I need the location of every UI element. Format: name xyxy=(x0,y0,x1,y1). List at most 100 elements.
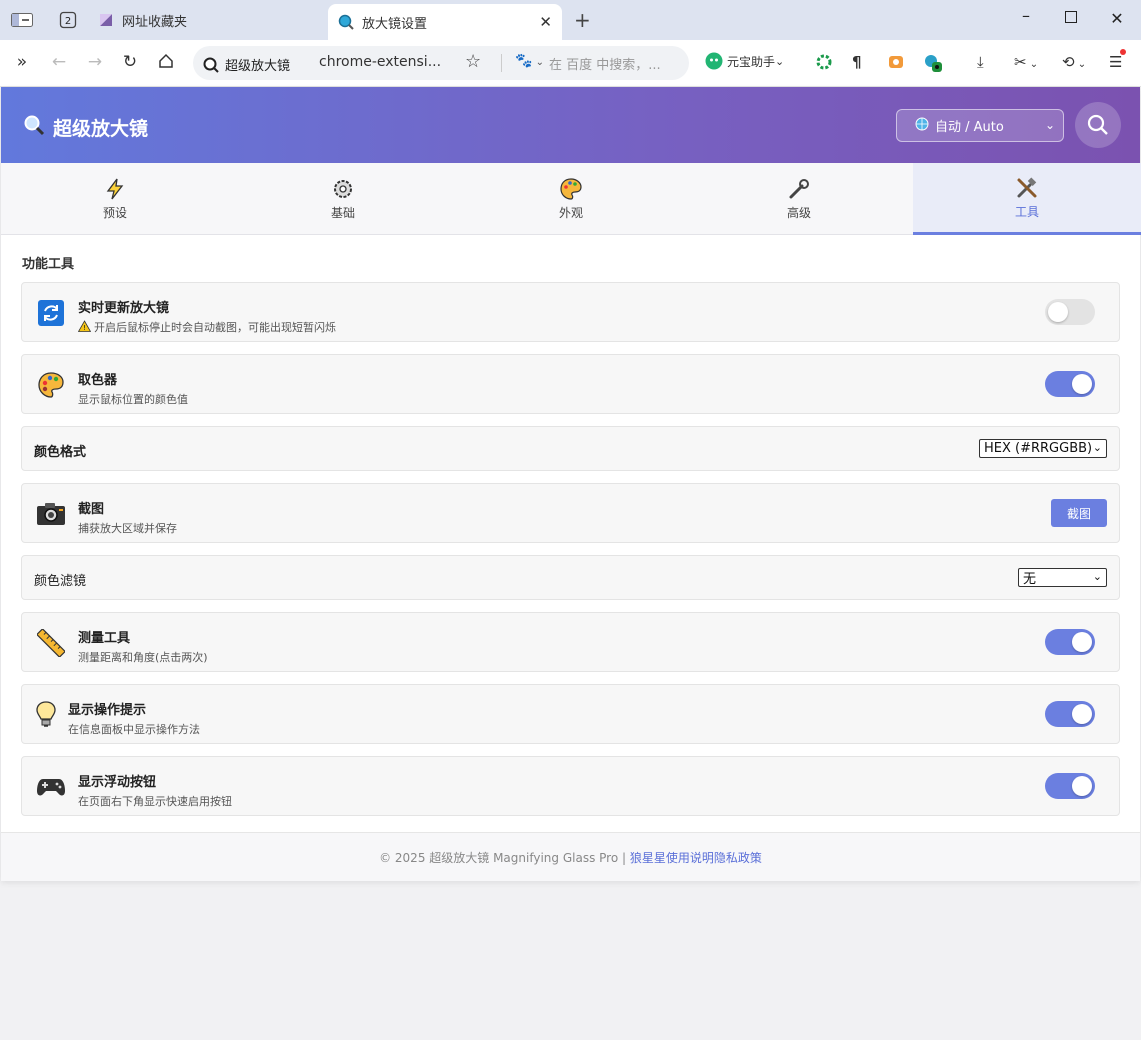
download-icon[interactable]: ⤓ xyxy=(977,53,984,71)
tab-label: 高级 xyxy=(786,206,811,220)
assistant-button[interactable]: 元宝助手 ⌄ xyxy=(705,52,784,70)
gear-icon xyxy=(332,177,354,201)
svg-text:!: ! xyxy=(83,324,86,332)
page-footer: © 2025 超级放大镜 Magnifying Glass Pro | 狼星星使… xyxy=(1,832,1140,881)
setting-label: 颜色滤镜 xyxy=(34,574,87,589)
scissors-icon[interactable]: ✂ ⌄ xyxy=(1014,53,1038,71)
setting-floating-button: 显示浮动按钮 在页面右下角显示快速启用按钮 xyxy=(21,756,1120,816)
floating-button-toggle[interactable] xyxy=(1045,773,1095,799)
setting-label: 测量工具 xyxy=(78,631,131,646)
setting-label: 实时更新放大镜 xyxy=(78,301,170,316)
search-engine-input[interactable]: 在 百度 中搜索，... xyxy=(549,54,661,73)
magnifier-icon xyxy=(23,114,45,141)
back-icon[interactable]: ← xyxy=(49,52,69,72)
setting-color-filter: 颜色滤镜 无 ⌄ xyxy=(21,555,1120,600)
bookmark-star-icon[interactable]: ☆ xyxy=(465,51,481,72)
palette-icon xyxy=(36,370,66,400)
minimize-icon[interactable]: – xyxy=(1016,6,1036,25)
new-tab-button[interactable]: + xyxy=(574,8,591,32)
setting-description-row: ! 开启后鼠标停止时会自动截图，可能出现短暂闪烁 xyxy=(77,319,336,335)
history-icon[interactable]: ⟲ ⌄ xyxy=(1062,53,1086,71)
tab-presets[interactable]: 预设 xyxy=(1,163,229,235)
pilcrow-extension-icon[interactable]: ¶ xyxy=(852,53,862,71)
chevron-down-icon: ⌄ xyxy=(1092,570,1102,583)
browser-tab-bar: 2 网址收藏夹 放大镜设置 ✕ + – ✕ xyxy=(0,0,1141,40)
settings-tabs: 预设 基础 外观 高级 工具 xyxy=(1,163,1141,235)
setting-description: 开启后鼠标停止时会自动截图，可能出现短暂闪烁 xyxy=(94,321,336,334)
reload-icon[interactable]: ↻ xyxy=(120,52,140,72)
lightning-icon xyxy=(105,177,125,201)
usage-guide-link[interactable]: 使用说明 xyxy=(666,849,714,866)
site-name: 超级放大镜 xyxy=(225,59,291,74)
chevron-down-icon: ⌄ xyxy=(1092,441,1102,454)
home-icon[interactable] xyxy=(156,53,176,74)
options-page: 超级放大镜 自动 / Auto ⌄ 预设 基础 外观 高级 工具 功能工具 实时… xyxy=(1,87,1141,881)
tab-count-icon[interactable]: 2 xyxy=(58,10,78,30)
privacy-policy-link[interactable]: 隐私政策 xyxy=(714,849,762,866)
magnifier-favicon-icon xyxy=(338,14,354,30)
language-select[interactable]: 自动 / Auto ⌄ xyxy=(896,109,1064,142)
setting-description: 测量距离和角度(点击两次) xyxy=(78,651,208,664)
search-button[interactable] xyxy=(1075,102,1121,148)
magnifier-site-icon xyxy=(203,57,219,73)
setting-label: 颜色格式 xyxy=(34,445,87,460)
chevron-down-icon: ⌄ xyxy=(1044,118,1055,132)
realtime-toggle[interactable] xyxy=(1045,299,1095,325)
setting-measure: 测量工具 测量距离和角度(点击两次) xyxy=(21,612,1120,672)
setting-description: 捕获放大区域并保存 xyxy=(78,522,177,535)
measure-toggle[interactable] xyxy=(1045,629,1095,655)
site-chip[interactable]: 超级放大镜 xyxy=(203,55,290,74)
palette-icon xyxy=(560,177,582,201)
close-tab-icon[interactable]: ✕ xyxy=(539,13,552,31)
url-text[interactable]: chrome-extensi... xyxy=(319,54,441,70)
address-bar[interactable]: 超级放大镜 chrome-extensi... ☆ 🐾 ⌄ 在 百度 中搜索，.… xyxy=(193,46,689,80)
tab-title: 网址收藏夹 xyxy=(122,14,188,30)
browser-tab-settings[interactable]: 放大镜设置 ✕ xyxy=(328,4,562,40)
tab-basic[interactable]: 基础 xyxy=(229,163,457,235)
extension-gear-icon[interactable] xyxy=(815,53,833,75)
setting-realtime: 实时更新放大镜 ! 开启后鼠标停止时会自动截图，可能出现短暂闪烁 xyxy=(21,282,1120,342)
baidu-search-icon[interactable]: 🐾 ⌄ xyxy=(515,53,544,69)
color-picker-toggle[interactable] xyxy=(1045,371,1095,397)
setting-color-format: 颜色格式 HEX (#RRGGBB) ⌄ xyxy=(21,426,1120,471)
close-window-icon[interactable]: ✕ xyxy=(1107,9,1127,28)
tools-icon xyxy=(1016,176,1038,200)
menu-icon[interactable]: ☰ xyxy=(1109,49,1127,71)
tab-appearance[interactable]: 外观 xyxy=(457,163,685,235)
expand-chevrons-icon[interactable]: » xyxy=(12,52,32,72)
profile-extension-icon[interactable] xyxy=(923,53,943,77)
screenshot-button[interactable]: 截图 xyxy=(1051,499,1107,527)
tab-advanced[interactable]: 高级 xyxy=(685,163,913,235)
copyright-text: © 2025 超级放大镜 Magnifying Glass Pro | xyxy=(379,850,627,865)
author-link[interactable]: 狼星星 xyxy=(630,849,666,866)
setting-label: 显示操作提示 xyxy=(68,703,147,718)
globe-icon xyxy=(915,117,929,135)
title-text: 超级放大镜 xyxy=(53,118,149,140)
maximize-icon[interactable] xyxy=(1061,8,1081,27)
setting-label: 取色器 xyxy=(78,373,118,388)
tab-label: 工具 xyxy=(1014,204,1039,219)
tab-count: 2 xyxy=(65,16,71,27)
tab-label: 外观 xyxy=(558,206,583,220)
assistant-icon xyxy=(705,52,723,70)
setting-description: 在页面右下角显示快速启用按钮 xyxy=(78,795,232,808)
color-format-select[interactable]: HEX (#RRGGBB) ⌄ xyxy=(979,439,1107,458)
language-value: 自动 / Auto xyxy=(935,120,1004,135)
page-header: 超级放大镜 自动 / Auto ⌄ xyxy=(1,87,1140,163)
divider xyxy=(501,54,502,72)
bookmarks-favicon-icon xyxy=(98,12,114,28)
sidebar-toggle-icon[interactable] xyxy=(10,10,34,30)
refresh-icon xyxy=(36,298,66,328)
lightbulb-icon xyxy=(34,700,58,730)
forward-icon[interactable]: → xyxy=(85,52,105,72)
camera-extension-icon[interactable] xyxy=(887,53,905,75)
hints-toggle[interactable] xyxy=(1045,701,1095,727)
setting-screenshot: 截图 捕获放大区域并保存 截图 xyxy=(21,483,1120,543)
browser-tab-bookmarks[interactable]: 网址收藏夹 xyxy=(98,0,318,40)
wrench-icon xyxy=(788,177,810,201)
setting-hints: 显示操作提示 在信息面板中显示操作方法 xyxy=(21,684,1120,744)
camera-icon xyxy=(36,499,66,529)
ruler-icon xyxy=(36,628,66,658)
color-filter-select[interactable]: 无 ⌄ xyxy=(1018,568,1107,587)
tab-tools[interactable]: 工具 xyxy=(913,163,1141,235)
